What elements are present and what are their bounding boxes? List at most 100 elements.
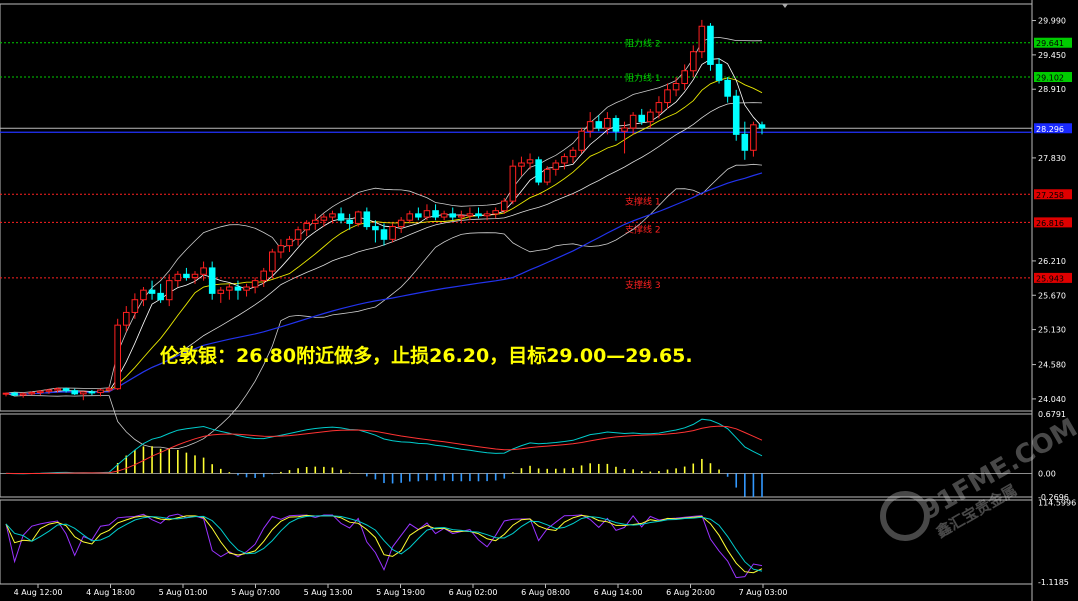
candle-body <box>741 133 749 151</box>
candle-body <box>621 127 628 132</box>
candle-body <box>689 51 697 72</box>
candle-body <box>380 229 388 240</box>
price-tick-label: 24.040 <box>1038 395 1066 404</box>
candle-body <box>397 219 405 228</box>
candle-body <box>715 63 723 81</box>
candle-body <box>140 289 147 301</box>
candle-body <box>45 389 53 392</box>
candle-body <box>251 280 259 288</box>
time-tick-label: 4 Aug 12:00 <box>14 588 63 597</box>
candle-body <box>303 222 310 231</box>
candle-body <box>415 213 422 218</box>
candle-body <box>526 159 534 164</box>
candle-body <box>543 168 551 183</box>
candle-body <box>62 388 70 392</box>
candle-body <box>595 121 603 129</box>
candle-body <box>647 111 654 123</box>
candle-body <box>183 273 190 278</box>
candle-body <box>286 238 293 247</box>
candle-body <box>664 89 671 104</box>
time-tick-label: 4 Aug 18:00 <box>86 588 135 597</box>
candle-body <box>191 273 199 278</box>
candle-body <box>37 390 44 394</box>
time-tick-label: 5 Aug 19:00 <box>376 588 425 597</box>
candle-body <box>707 25 714 65</box>
macd-panel <box>0 413 1033 498</box>
candle-body <box>346 219 353 224</box>
candle-body <box>509 165 517 202</box>
candle-body <box>724 79 731 97</box>
time-tick-label: 5 Aug 13:00 <box>304 588 353 597</box>
candle-body <box>226 286 233 291</box>
candle-body <box>269 251 276 272</box>
price-tick-label: 29.450 <box>1038 51 1066 60</box>
trade-annotation: 伦敦银：26.80附近做多，止损26.20，目标29.00—29.65. <box>160 344 693 367</box>
time-tick-label: 7 Aug 03:00 <box>739 588 788 597</box>
candle-body <box>354 211 362 224</box>
candle-body <box>466 213 474 217</box>
main-panel <box>0 0 1033 601</box>
candle-body <box>277 245 285 253</box>
candle-body <box>492 210 499 215</box>
macd-signal-line <box>5 425 763 474</box>
oscillator-tick-label: -1.1185 <box>1038 578 1069 587</box>
level-tag-label: 26.816 <box>1036 219 1064 228</box>
candle-body <box>612 117 620 132</box>
oscillator-d-line <box>5 514 763 574</box>
price-tick-label: 29.990 <box>1038 17 1066 26</box>
oscillator-j-line <box>5 515 763 572</box>
time-tick-label: 6 Aug 08:00 <box>521 588 570 597</box>
level-label: 支撑线 2 <box>625 223 661 235</box>
candle-body <box>372 226 379 231</box>
candle-body <box>500 200 508 212</box>
candle-body <box>2 392 10 395</box>
candle-body <box>483 213 491 217</box>
candle-body <box>449 213 457 218</box>
candle-body <box>732 95 740 135</box>
time-tick-label: 6 Aug 14:00 <box>594 588 643 597</box>
candle-body <box>638 114 646 123</box>
candle-body <box>294 229 302 240</box>
axes: 29.990 29.450 28.910 27.830 26.210 25.670 25.1… <box>14 17 1077 597</box>
candle-body <box>672 82 680 91</box>
candle-body <box>114 324 121 390</box>
candle-body <box>569 149 577 158</box>
candle-body <box>80 391 87 395</box>
price-tick-label: 27.830 <box>1038 154 1066 163</box>
macd-line <box>5 418 763 475</box>
price-tick-label: 24.580 <box>1038 361 1066 370</box>
candle-body <box>243 286 250 291</box>
candle-body <box>698 25 706 53</box>
oscillator-k-line <box>5 513 763 579</box>
candle-body <box>11 392 18 396</box>
candle-body <box>758 124 766 129</box>
level-tag-label: 25.943 <box>1036 274 1064 283</box>
candle-body <box>458 215 465 218</box>
time-tick-label: 5 Aug 07:00 <box>231 588 280 597</box>
candle-body <box>406 213 414 221</box>
candle-body <box>131 299 139 313</box>
candle-body <box>217 289 225 294</box>
candle-body <box>389 226 396 240</box>
candle-body <box>122 311 130 326</box>
candle-body <box>561 156 568 164</box>
candle-body <box>423 210 431 218</box>
candle-body <box>260 270 268 282</box>
candle-body <box>655 102 663 113</box>
candle-body <box>681 70 688 84</box>
candle-body <box>148 289 156 294</box>
candle-body <box>518 162 525 167</box>
candle-body <box>535 159 542 183</box>
candle-body <box>97 389 104 394</box>
candle-body <box>200 267 207 275</box>
candle-body <box>174 273 182 282</box>
level-tag-label: 27.258 <box>1036 191 1064 200</box>
oscillator-panel <box>0 499 1033 585</box>
candle-body <box>629 114 637 129</box>
candle-body <box>88 391 96 394</box>
price-tick-label: 26.210 <box>1038 257 1066 266</box>
time-tick-label: 6 Aug 20:00 <box>666 588 715 597</box>
candle-body <box>604 117 611 129</box>
candle-body <box>105 388 113 391</box>
current-price-label: 28.296 <box>1036 125 1064 134</box>
